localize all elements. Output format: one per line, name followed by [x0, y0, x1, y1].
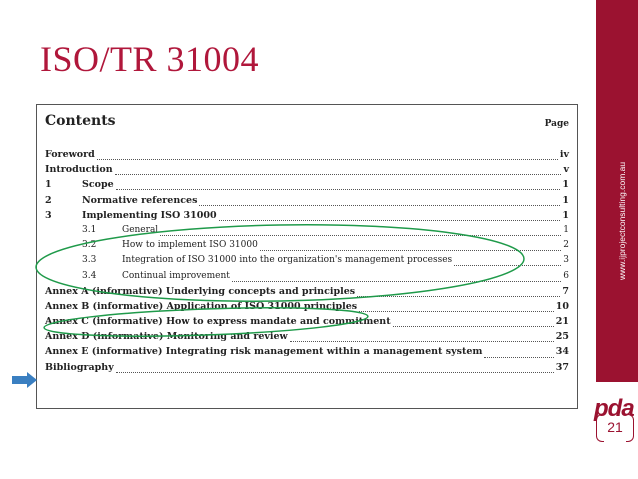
toc-entry: Annex C (informative) How to express man… [45, 316, 569, 331]
toc-entry-page: 2 [563, 240, 569, 251]
dot-leader [392, 326, 554, 328]
toc-entry-label: Continual improvement [122, 270, 230, 281]
toc-entry-label: Annex C (informative) How to express man… [45, 316, 391, 328]
toc-entry: Bibliography 37 [45, 362, 569, 377]
dot-leader [289, 341, 554, 343]
toc-entry-label: Implementing ISO 31000 [82, 209, 217, 221]
toc-entry-page: 34 [555, 346, 569, 358]
toc-entry-page: v [563, 164, 569, 176]
dot-leader [114, 174, 562, 176]
toc-entry: 3.2 How to implement ISO 31000 2 [45, 240, 569, 255]
toc-entry: Foreword iv [45, 149, 569, 164]
toc-entry: Annex D (informative) Monitoring and rev… [45, 331, 569, 346]
toc-entry-number: 3.2 [82, 240, 97, 251]
toc-entry: Annex B (informative) Application of ISO… [45, 301, 569, 316]
dot-leader [115, 371, 554, 373]
toc-entry-label: Scope [82, 179, 114, 191]
toc-entry-label: Annex B (informative) Application of ISO… [45, 300, 358, 312]
toc-entry-page: 3 [563, 255, 569, 266]
toc-entry-label: Introduction [45, 164, 113, 176]
slide-title: ISO/TR 31004 [40, 39, 260, 79]
toc-entry-number: 3.4 [82, 270, 97, 281]
bracket-right [626, 414, 634, 442]
toc-entry-page: 37 [555, 361, 569, 373]
dot-leader [454, 265, 562, 267]
toc-entry: Introduction v [45, 164, 569, 179]
toc-entry-label: Annex D (informative) Monitoring and rev… [45, 331, 288, 343]
toc-entry-label: Annex A (informative) Underlying concept… [45, 285, 356, 297]
toc-entry: 2 Normative references 1 [45, 195, 569, 210]
dot-leader [231, 280, 562, 282]
toc-entry-page: 7 [562, 285, 569, 297]
toc-entry-page: 10 [555, 300, 569, 312]
toc-entry-number: 3.3 [82, 255, 97, 266]
toc-entry-label: How to implement ISO 31000 [122, 240, 258, 251]
toc-entry-label: General [122, 224, 159, 235]
toc-entry-label: Integration of ISO 31000 into the organi… [122, 255, 453, 266]
toc-entry-number: 3 [45, 209, 52, 221]
arrow-icon [12, 372, 37, 388]
toc-entry: 3.4 Continual improvement 6 [45, 271, 569, 286]
toc-entry: Annex E (informative) Integrating risk m… [45, 346, 569, 361]
slide-number-box: 21 [596, 414, 634, 442]
toc-entry-page: 1 [562, 209, 569, 221]
toc-entry: 3.1 General 1 [45, 225, 569, 240]
dot-leader [259, 250, 562, 252]
toc-entry-number: 1 [45, 179, 52, 191]
toc-entry-page: 25 [555, 331, 569, 343]
toc-entry: 3.3 Integration of ISO 31000 into the org… [45, 255, 569, 270]
toc-entry-label: Foreword [45, 149, 95, 160]
toc-entry-number: 2 [45, 194, 52, 206]
toc-entry-label: Normative references [82, 194, 198, 206]
dot-leader [359, 310, 554, 312]
toc-entry: Annex A (informative) Underlying concept… [45, 286, 569, 301]
contents-header: Contents Page [45, 113, 569, 133]
toc-list: Foreword iv Introduction v 1 Scope 1 2 Normative… [45, 149, 569, 377]
website-url: www.ijprojectconsulting.com.au [617, 161, 627, 280]
contents-heading: Contents [45, 113, 116, 129]
toc-entry-page: 1 [563, 224, 569, 235]
toc-entry: 1 Scope 1 [45, 179, 569, 194]
dot-leader [357, 295, 561, 297]
dot-leader [199, 204, 561, 206]
dot-leader [218, 219, 561, 221]
dot-leader [115, 189, 561, 191]
toc-entry-page: iv [559, 149, 569, 160]
dot-leader [160, 235, 562, 237]
toc-entry: 3 Implementing ISO 31000 1 [45, 210, 569, 225]
toc-entry-page: 1 [562, 194, 569, 206]
dot-leader [484, 356, 554, 358]
contents-document: Contents Page Foreword iv Introduction v 1 Sc… [36, 104, 578, 409]
toc-entry-page: 21 [555, 316, 569, 328]
toc-entry-number: 3.1 [82, 224, 97, 235]
toc-entry-page: 6 [563, 270, 569, 281]
toc-entry-label: Annex E (informative) Integrating risk m… [45, 346, 483, 358]
toc-entry-label: Bibliography [45, 361, 114, 373]
dot-leader [96, 159, 558, 161]
page-column-label: Page [544, 119, 569, 129]
toc-entry-page: 1 [562, 179, 569, 191]
